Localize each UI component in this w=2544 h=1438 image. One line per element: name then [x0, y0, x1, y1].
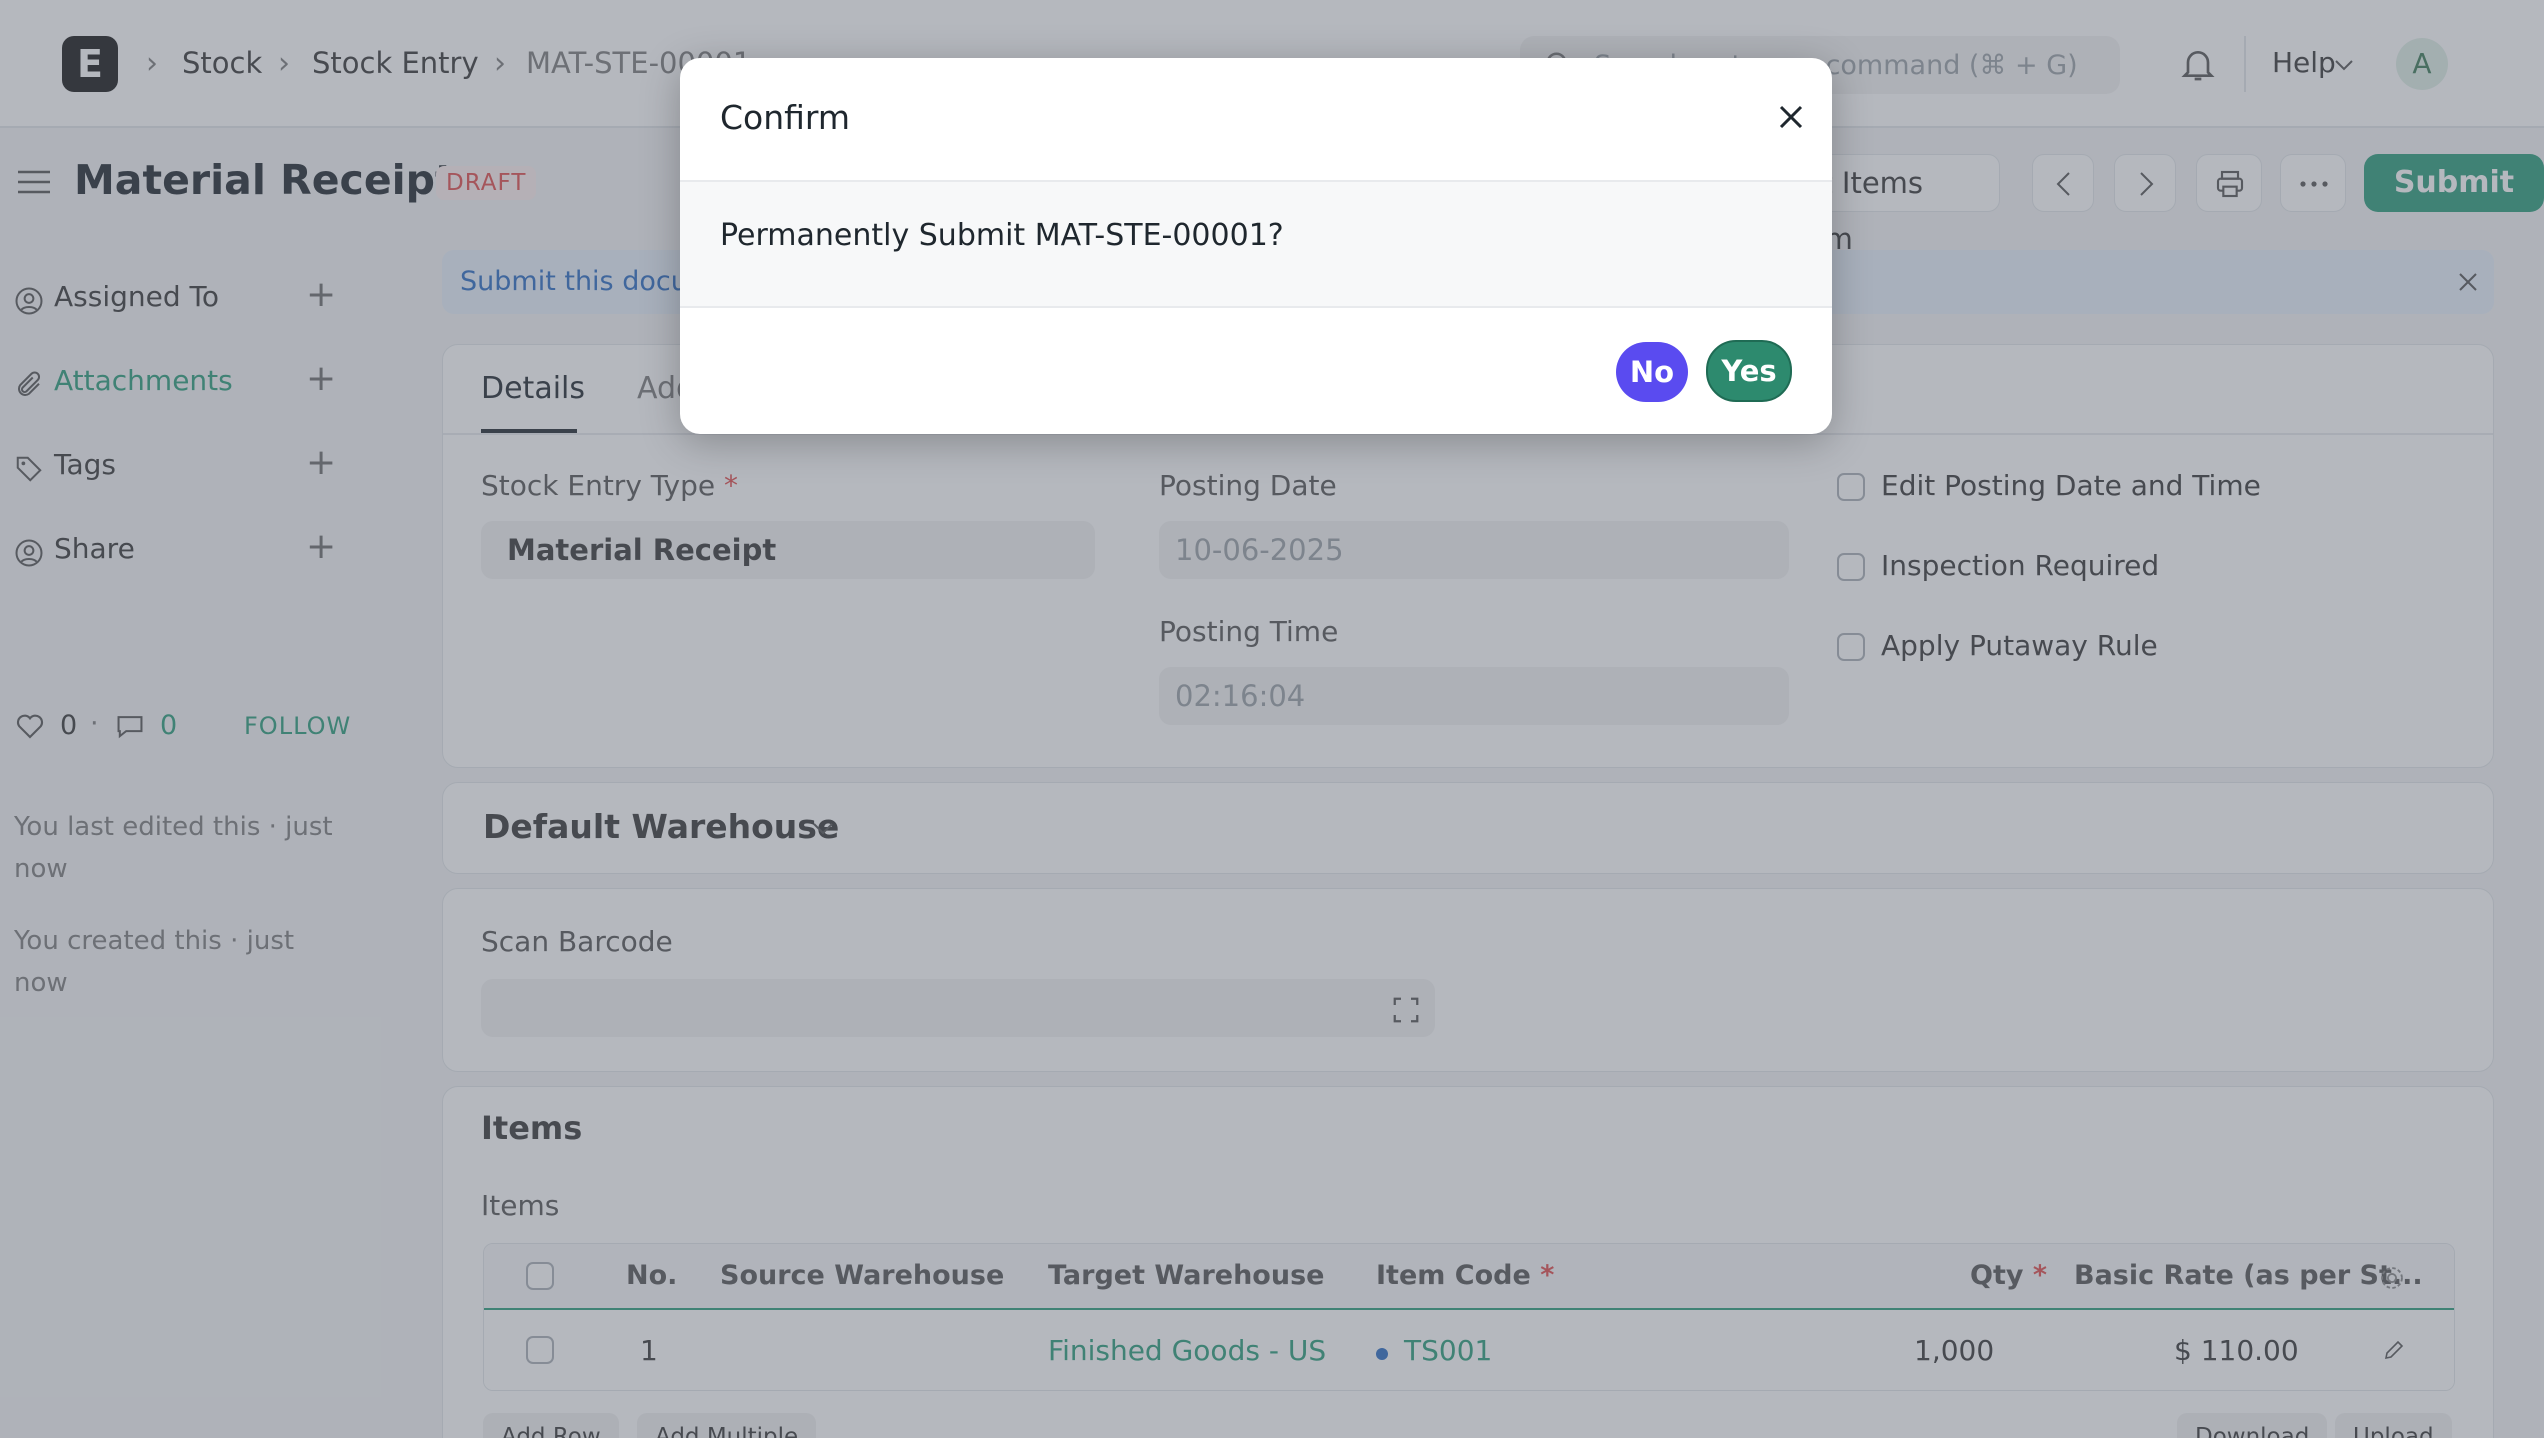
dialog-message: Permanently Submit MAT-STE-00001? — [720, 218, 1284, 253]
dialog-title: Confirm — [720, 98, 851, 137]
close-icon[interactable] — [1766, 92, 1816, 142]
yes-button[interactable]: Yes — [1706, 340, 1792, 402]
dialog-header: Confirm — [680, 58, 1832, 182]
confirm-dialog: Confirm Permanently Submit MAT-STE-00001… — [680, 58, 1832, 434]
no-button[interactable]: No — [1616, 342, 1688, 402]
dialog-body: Permanently Submit MAT-STE-00001? — [680, 182, 1832, 308]
